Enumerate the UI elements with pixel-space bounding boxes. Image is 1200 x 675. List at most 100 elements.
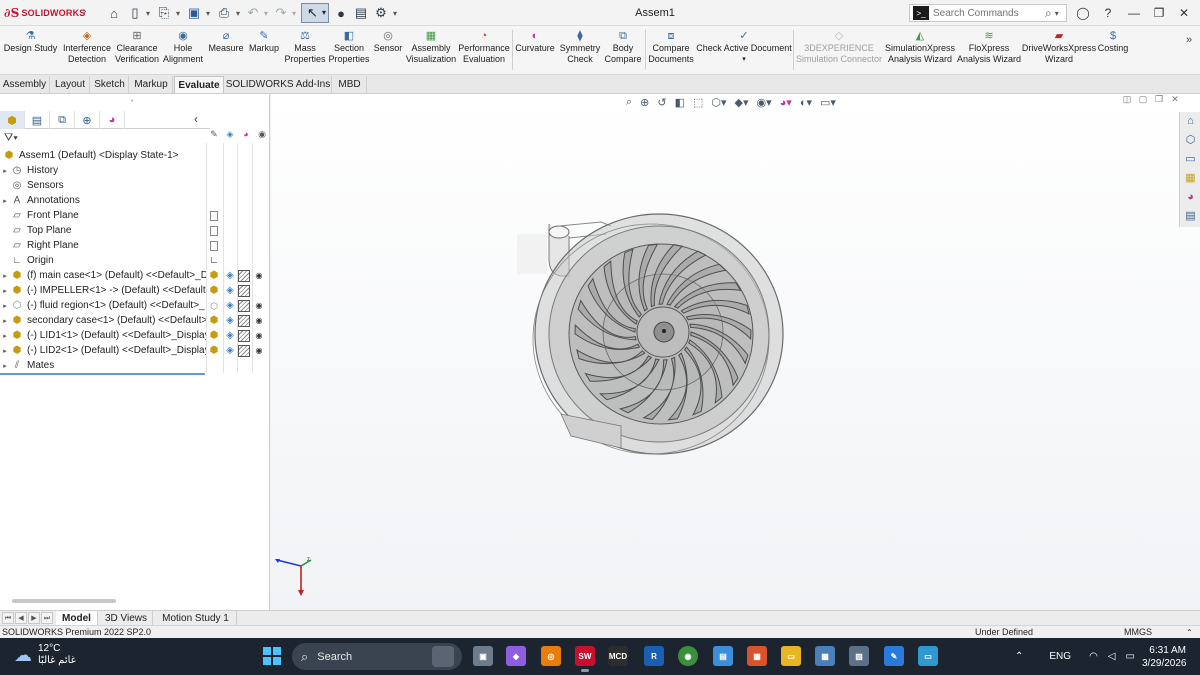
file-properties-icon[interactable]: ▤	[354, 4, 368, 22]
weather-widget[interactable]: ☁ 12°C غائم غالبًا	[14, 643, 76, 667]
expand-icon[interactable]: ▸	[0, 362, 10, 370]
check-active-document-button[interactable]: ✓ Check Active Document ▾	[696, 28, 792, 73]
clock[interactable]: 6:31 AM 3/29/2026	[1142, 644, 1187, 670]
configurationmanager-tab-icon[interactable]: ⧉	[50, 111, 75, 129]
propertymanager-tab-icon[interactable]: ▤	[25, 111, 50, 129]
apply-scene-icon[interactable]: ◐▾	[800, 96, 812, 109]
restore-icon[interactable]: ❐	[1147, 4, 1171, 22]
section-hatch-icon[interactable]	[238, 270, 250, 282]
cube-appearance-icon[interactable]: ◈	[224, 285, 236, 297]
section-hatch-icon[interactable]	[238, 285, 250, 297]
next-tab-icon[interactable]: ▶	[28, 612, 40, 624]
expand-icon[interactable]: ▸	[0, 167, 10, 175]
options-dropdown-icon[interactable]: ▾	[391, 4, 399, 22]
tab-markup[interactable]: Markup	[130, 76, 173, 93]
simulationxpress-button[interactable]: ◭ SimulationXpress Analysis Wizard	[885, 28, 955, 73]
expand-icon[interactable]: ▸	[0, 197, 10, 205]
minimize-icon[interactable]: —	[1122, 4, 1146, 22]
expand-icon[interactable]: ▸	[0, 302, 10, 310]
expand-icon[interactable]: ▸	[0, 317, 10, 325]
horizontal-scrollbar[interactable]	[12, 599, 116, 603]
tab-mbd[interactable]: MBD	[333, 76, 367, 93]
rebuild-icon[interactable]: ●	[334, 4, 348, 22]
expand-icon[interactable]: ▸	[0, 332, 10, 340]
view-orientation-icon[interactable]: ⬡▾	[711, 96, 726, 109]
sensor-button[interactable]: ◎ Sensor	[372, 28, 404, 73]
view-settings-icon[interactable]: ▭▾	[820, 96, 836, 109]
origin-display-icon[interactable]: ∟	[208, 255, 220, 267]
visibility-eye-icon[interactable]: ◉	[253, 270, 265, 282]
plane-display-icon[interactable]	[210, 226, 218, 236]
tree-item-front-plane[interactable]: ▱ Front Plane	[0, 208, 206, 223]
task-view-icon[interactable]: ▣	[473, 646, 493, 666]
dimxpert-tab-icon[interactable]: ⊕	[75, 111, 100, 129]
section-hatch-icon[interactable]	[238, 345, 250, 357]
search-commands-box[interactable]: >_ ⌕ ▾	[909, 4, 1067, 22]
cube-appearance-icon[interactable]: ◈	[224, 300, 236, 312]
collapse-panel-icon[interactable]: ‹	[194, 112, 198, 126]
featuremanager-tab-icon[interactable]: ⬢	[0, 111, 25, 129]
chrome-app-icon[interactable]: ◉	[678, 646, 698, 666]
tree-item-main-case[interactable]: ▸ ⬢ (f) main case<1> (Default) <<Default…	[0, 268, 206, 283]
remote-desktop-icon[interactable]: ▭	[918, 646, 938, 666]
part-appearance-icon[interactable]: ⬡	[208, 300, 220, 312]
part-appearance-icon[interactable]: ⬢	[208, 330, 220, 342]
zoom-to-area-icon[interactable]: ⊕	[640, 96, 649, 109]
revit-app-icon[interactable]: R	[644, 646, 664, 666]
section-hatch-icon[interactable]	[238, 315, 250, 327]
measure-button[interactable]: ⌀ Measure	[207, 28, 245, 73]
edit-appearance-icon[interactable]: ◕▾	[780, 96, 792, 109]
file-explorer-icon[interactable]: ▭	[1180, 150, 1200, 169]
costing-button[interactable]: $ Costing	[1097, 28, 1129, 73]
tree-item-fluid-region[interactable]: ▸ ⬡ (-) fluid region<1> (Default) <<Defa…	[0, 298, 206, 313]
tab-evaluate[interactable]: Evaluate	[174, 76, 224, 93]
new-dropdown-icon[interactable]: ▾	[144, 4, 152, 22]
expand-icon[interactable]: ▸	[0, 272, 10, 280]
save-icon[interactable]: ▣	[186, 4, 202, 22]
performance-evaluation-button[interactable]: ◔ Performance Evaluation	[458, 28, 510, 73]
options-gear-icon[interactable]: ⚙	[374, 4, 388, 22]
cube-appearance-icon[interactable]: ◈	[224, 345, 236, 357]
solidworks-data-icon[interactable]: ▦	[747, 646, 767, 666]
battery-icon[interactable]: ▭	[1126, 651, 1135, 662]
filter-icon[interactable]: ⛛▾	[4, 132, 18, 145]
symmetry-check-button[interactable]: ⧫ Symmetry Check	[558, 28, 602, 73]
section-view-icon[interactable]: ◧	[675, 96, 685, 109]
visibility-eye-icon[interactable]: ◉	[253, 330, 265, 342]
undo-icon[interactable]: ↶	[246, 4, 260, 22]
tab-solidworks-add-ins[interactable]: SOLIDWORKS Add-Ins	[225, 76, 332, 93]
curvature-button[interactable]: ◐ Curvature	[514, 28, 556, 73]
open-dropdown-icon[interactable]: ▾	[174, 4, 182, 22]
calculator-app-icon[interactable]: ▦	[815, 646, 835, 666]
clearance-verification-button[interactable]: ⊞ Clearance Verification	[114, 28, 160, 73]
tree-item-sensors[interactable]: ◎ Sensors	[0, 178, 206, 193]
tree-item-annotations[interactable]: ▸ A Annotations	[0, 193, 206, 208]
3dexperience-connector-button[interactable]: ◇ 3DEXPERIENCE Simulation Connector	[796, 28, 882, 73]
select-tool-button[interactable]: ↖ ▾	[301, 3, 329, 23]
assembly-visualization-button[interactable]: ▦ Assembly Visualization	[405, 28, 457, 73]
view-palette-icon[interactable]: ▦	[1180, 169, 1200, 188]
design-study-button[interactable]: ⚗ Design Study	[3, 28, 58, 73]
custom-properties-icon[interactable]: ▤	[1180, 207, 1200, 226]
displaymanager-tab-icon[interactable]: ◕	[100, 111, 125, 129]
menu-expand-icon[interactable]: ›	[83, 6, 86, 17]
driveworksxpress-button[interactable]: ▰ DriveWorksXpress Wizard	[1022, 28, 1096, 73]
cube-appearance-icon[interactable]: ◈	[224, 330, 236, 342]
panel-grip-icon[interactable]: •	[131, 98, 133, 105]
part-appearance-icon[interactable]: ⬢	[208, 315, 220, 327]
plane-display-icon[interactable]	[210, 211, 218, 221]
redo-dropdown-icon[interactable]: ▾	[290, 4, 298, 22]
cube-appearance-icon[interactable]: ◈	[224, 315, 236, 327]
display-style-icon[interactable]: ◆▾	[735, 96, 749, 109]
previous-view-icon[interactable]: ↺	[657, 96, 666, 109]
new-document-icon[interactable]: ▯	[128, 4, 142, 22]
ribbon-more-icon[interactable]: »	[1186, 34, 1192, 46]
copilot-icon[interactable]: ◆	[506, 646, 526, 666]
language-indicator[interactable]: ENG	[1049, 651, 1071, 662]
section-properties-button[interactable]: ◧ Section Properties	[328, 28, 370, 73]
tab-model[interactable]: Model	[56, 611, 98, 626]
tab-layout[interactable]: Layout	[51, 76, 90, 93]
blender-icon[interactable]: ◎	[541, 646, 561, 666]
wifi-icon[interactable]: ◠	[1089, 651, 1098, 662]
notepad-app-icon[interactable]: ▤	[713, 646, 733, 666]
